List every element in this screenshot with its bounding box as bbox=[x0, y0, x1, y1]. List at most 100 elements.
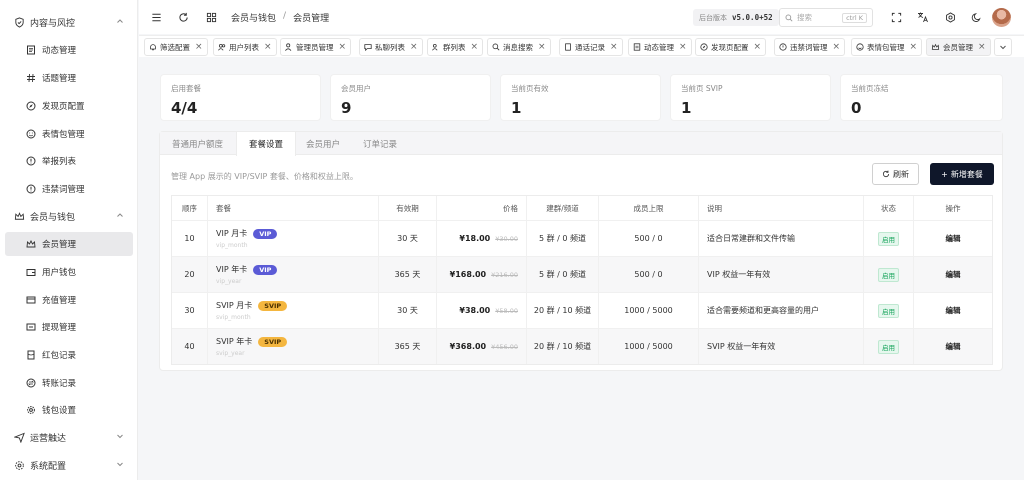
cell-member-limit: 1000 / 5000 bbox=[599, 293, 699, 328]
price-current: ¥168.00 bbox=[449, 270, 487, 279]
tab-private-chats[interactable]: 私聊列表 × bbox=[359, 38, 423, 56]
search-input[interactable]: 搜索 ctrl K bbox=[779, 8, 873, 27]
add-plan-button[interactable]: + 新增套餐 bbox=[930, 163, 994, 185]
sidebar-item-banned-words[interactable]: 违禁词管理 bbox=[5, 177, 133, 201]
price-original: ¥216.00 bbox=[491, 270, 518, 279]
cell-action: 编辑 bbox=[914, 221, 992, 256]
tab-moments[interactable]: 动态管理 × bbox=[628, 38, 692, 56]
avatar[interactable] bbox=[992, 8, 1011, 27]
plus-icon: + bbox=[941, 169, 948, 179]
close-icon[interactable]: × bbox=[195, 42, 203, 52]
sidebar-item-moments[interactable]: 动态管理 bbox=[5, 38, 133, 62]
card-icon bbox=[25, 295, 36, 306]
svip-badge: SVIP bbox=[258, 300, 288, 311]
close-icon[interactable]: × bbox=[910, 42, 918, 52]
gear-icon bbox=[14, 460, 25, 471]
edit-button[interactable]: 编辑 bbox=[946, 269, 961, 280]
refresh-icon[interactable] bbox=[177, 11, 189, 23]
menu-icon[interactable] bbox=[150, 11, 162, 23]
close-icon[interactable]: × bbox=[538, 42, 546, 52]
sidebar-item-label: 话题管理 bbox=[42, 74, 77, 84]
col-header: 说明 bbox=[699, 196, 864, 220]
refresh-label: 刷新 bbox=[893, 169, 909, 179]
tab-plan-settings[interactable]: 套餐设置 bbox=[236, 132, 297, 156]
tab-normal-quota[interactable]: 普通用户额度 bbox=[160, 132, 235, 155]
sidebar-group-operations[interactable]: 运营触达 bbox=[0, 426, 138, 448]
cell-order: 20 bbox=[172, 257, 208, 292]
chevron-up-icon bbox=[116, 211, 124, 219]
plan-code: vip_month bbox=[216, 242, 248, 249]
close-icon[interactable]: × bbox=[410, 42, 418, 52]
cell-status: 启用 bbox=[864, 329, 914, 364]
cell-create-limit: 20 群 / 10 频道 bbox=[527, 329, 599, 364]
document-icon bbox=[633, 43, 641, 51]
version-label: 后台版本 bbox=[699, 13, 727, 22]
tab-bar: 筛选配置 × 用户列表 × 管理员管理 × 私聊列表 × 群列表 × 消息搜索 × 通话记录… bbox=[139, 35, 1024, 57]
close-icon[interactable]: × bbox=[610, 42, 618, 52]
translate-icon[interactable] bbox=[917, 11, 929, 23]
stat-card-page-frozen: 当前页冻结 0 bbox=[840, 74, 1003, 121]
plan-name: SVIP 年卡 bbox=[216, 337, 253, 346]
sidebar-group-content[interactable]: 内容与风控 bbox=[0, 11, 138, 33]
sidebar-item-wallet-settings[interactable]: 钱包设置 bbox=[5, 398, 133, 422]
edit-button[interactable]: 编辑 bbox=[946, 233, 961, 244]
close-icon[interactable]: × bbox=[471, 42, 479, 52]
tab-member-users[interactable]: 会员用户 bbox=[294, 132, 352, 155]
sidebar: 内容与风控 动态管理 话题管理 发现页配置 表情包管理 举报列表 违禁词管理 会… bbox=[0, 0, 138, 480]
sidebar-item-discover[interactable]: 发现页配置 bbox=[5, 94, 133, 118]
sidebar-group-membership[interactable]: 会员与钱包 bbox=[0, 205, 138, 227]
tab-admin-management[interactable]: 管理员管理 × bbox=[280, 38, 352, 56]
tab-banned-words[interactable]: 违禁词管理 × bbox=[774, 38, 846, 56]
search-icon bbox=[492, 43, 500, 51]
crown-icon bbox=[14, 211, 25, 222]
stat-value: 1 bbox=[511, 99, 522, 117]
refresh-button[interactable]: 刷新 bbox=[872, 163, 919, 185]
cell-description: 适合需要频道和更高容量的用户 bbox=[699, 293, 864, 328]
plan-code: vip_year bbox=[216, 278, 242, 285]
tab-member-management[interactable]: 会员管理 × bbox=[926, 38, 991, 56]
close-icon[interactable]: × bbox=[833, 42, 841, 52]
sidebar-item-withdraw[interactable]: 提现管理 bbox=[5, 315, 133, 339]
close-icon[interactable]: × bbox=[978, 42, 986, 52]
fullscreen-icon[interactable] bbox=[890, 11, 902, 23]
settings-icon[interactable] bbox=[944, 11, 956, 23]
breadcrumb-item[interactable]: 会员与钱包 bbox=[231, 11, 276, 24]
cell-status: 启用 bbox=[864, 221, 914, 256]
cell-create-limit: 20 群 / 10 频道 bbox=[527, 293, 599, 328]
tab-discover-config[interactable]: 发现页配置 × bbox=[695, 38, 767, 56]
sidebar-item-topics[interactable]: 话题管理 bbox=[5, 66, 133, 90]
bell-icon bbox=[149, 43, 157, 51]
sidebar-item-red-packets[interactable]: 红包记录 bbox=[5, 343, 133, 367]
table-row: 20 VIP 年卡 VIP vip_year 365 天 ¥168.00 ¥216.0… bbox=[172, 256, 992, 292]
group-icon bbox=[432, 43, 440, 51]
sidebar-item-label: 提现管理 bbox=[42, 323, 77, 333]
tab-group-list[interactable]: 群列表 × bbox=[427, 38, 484, 56]
edit-button[interactable]: 编辑 bbox=[946, 305, 961, 316]
close-icon[interactable]: × bbox=[339, 42, 347, 52]
sidebar-item-member-management[interactable]: 会员管理 bbox=[5, 232, 133, 256]
sidebar-group-system[interactable]: 系统配置 bbox=[0, 454, 138, 476]
sidebar-item-reports[interactable]: 举报列表 bbox=[5, 149, 133, 173]
tab-call-records[interactable]: 通话记录 × bbox=[559, 38, 623, 56]
tab-message-search[interactable]: 消息搜索 × bbox=[487, 38, 551, 56]
tab-label: 会员管理 bbox=[943, 42, 973, 52]
col-header: 顺序 bbox=[172, 196, 208, 220]
close-icon[interactable]: × bbox=[754, 42, 762, 52]
close-icon[interactable]: × bbox=[264, 42, 272, 52]
sidebar-item-transfers[interactable]: 转账记录 bbox=[5, 371, 133, 395]
cell-period: 30 天 bbox=[379, 293, 437, 328]
close-icon[interactable]: × bbox=[679, 42, 687, 52]
tab-order-records[interactable]: 订单记录 bbox=[351, 132, 409, 155]
sidebar-item-label: 红包记录 bbox=[42, 351, 77, 361]
tab-stickers[interactable]: 表情包管理 × bbox=[851, 38, 923, 56]
moon-icon[interactable] bbox=[970, 11, 982, 23]
price-original: ¥58.00 bbox=[495, 306, 518, 315]
grid-icon[interactable] bbox=[205, 11, 217, 23]
edit-button[interactable]: 编辑 bbox=[946, 341, 961, 352]
tab-filter-config[interactable]: 筛选配置 × bbox=[144, 38, 208, 56]
sidebar-item-recharge[interactable]: 充值管理 bbox=[5, 288, 133, 312]
tabs-more-button[interactable] bbox=[994, 38, 1012, 56]
sidebar-item-stickers[interactable]: 表情包管理 bbox=[5, 122, 133, 146]
sidebar-item-wallet[interactable]: 用户钱包 bbox=[5, 260, 133, 284]
tab-user-list[interactable]: 用户列表 × bbox=[213, 38, 277, 56]
